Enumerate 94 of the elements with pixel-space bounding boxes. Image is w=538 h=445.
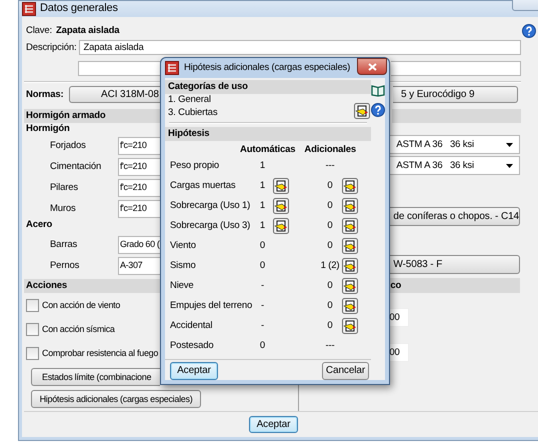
edit-button[interactable]	[273, 178, 289, 194]
dropdown-arrow-icon	[506, 142, 513, 146]
window-title: Datos generales	[40, 2, 118, 16]
count-value: 1 (2)	[320, 260, 340, 272]
group-title: Acero	[25, 219, 52, 232]
text-field[interactable]: Grado 60 (	[118, 236, 161, 254]
edit-button[interactable]	[342, 198, 358, 214]
text-field[interactable]	[391, 61, 521, 76]
column-header: Adicionales	[304, 144, 356, 156]
field-value: Zapata aislada	[56, 25, 120, 37]
field-label: Barras	[49, 238, 78, 250]
section-header: Categorías de uso	[165, 80, 371, 94]
checkbox-label: Con acción de viento	[42, 300, 120, 310]
app-icon	[165, 61, 179, 75]
count-value: 0	[258, 240, 266, 252]
edit-button[interactable]	[273, 198, 289, 214]
row-label: Postesado	[170, 340, 215, 352]
field-label: Descripción:	[26, 42, 76, 54]
text-field[interactable]	[78, 61, 161, 76]
section-header: Acciones	[24, 279, 162, 293]
section-header: Hormigón armado	[24, 109, 162, 123]
field-label: Muros	[49, 202, 77, 214]
field-label: Pernos	[49, 260, 80, 272]
count-value: -	[260, 300, 265, 312]
edit-button[interactable]	[342, 318, 358, 334]
field-label: Clave:	[26, 25, 52, 37]
book-icon[interactable]	[371, 83, 385, 97]
count-value: 0	[258, 260, 266, 272]
checkbox-label: Con acción sísmica	[42, 324, 115, 334]
field-label: Forjados	[49, 140, 87, 152]
action-button[interactable]: Hipótesis adicionales (cargas especiales)	[31, 390, 201, 408]
help-icon[interactable]	[522, 24, 536, 38]
edit-button[interactable]	[342, 278, 358, 294]
count-value: -	[260, 280, 265, 292]
row-label: Nieve	[170, 280, 195, 292]
count-value: ---	[324, 340, 336, 352]
row-label: Cargas muertas	[170, 180, 236, 192]
row-label: Sobrecarga (Uso 3)	[170, 220, 252, 232]
count-value: 0	[326, 300, 334, 312]
dialog-title: Hipótesis adicionales (cargas especiales)	[184, 62, 350, 74]
count-value: 0	[326, 180, 334, 192]
close-button[interactable]	[357, 58, 387, 75]
field-label: Pilares	[49, 182, 79, 194]
category-item: 3. Cubiertas	[168, 107, 218, 119]
count-value: 0	[326, 200, 334, 212]
field-label: Normas:	[26, 88, 64, 100]
field-label: Cimentación	[49, 160, 102, 172]
row-label: Sobrecarga (Uso 1)	[170, 200, 252, 212]
row-label: Accidental	[170, 320, 214, 332]
text-field[interactable]: Zapata aislada	[79, 40, 521, 55]
accept-button[interactable]: Aceptar	[170, 362, 218, 380]
row-label: Empujes del terreno	[170, 300, 254, 312]
section-header: Hipótesis	[165, 127, 371, 141]
text-field[interactable]: f'c=210	[118, 136, 161, 154]
count-value: 1	[258, 200, 266, 212]
row-label: Viento	[170, 240, 197, 252]
count-value: 1	[258, 220, 266, 232]
edit-button[interactable]	[342, 218, 358, 234]
text-field[interactable]: f'c=210	[118, 178, 161, 196]
text-field[interactable]: f'c=210	[118, 200, 161, 218]
count-value: 1	[258, 180, 266, 192]
checkbox[interactable]	[26, 346, 39, 360]
checkbox[interactable]	[26, 298, 39, 312]
accept-button[interactable]: Aceptar	[249, 416, 298, 433]
checkbox[interactable]	[26, 322, 39, 336]
dropdown-arrow-icon	[506, 164, 513, 168]
count-value: 0	[258, 340, 266, 352]
text-field[interactable]: A-307	[118, 256, 161, 274]
edit-button[interactable]	[342, 258, 358, 274]
count-value: 0	[326, 320, 334, 332]
edit-button[interactable]	[354, 103, 370, 119]
count-value: -	[260, 320, 265, 332]
count-value: ---	[324, 160, 336, 172]
count-value: 0	[326, 220, 334, 232]
category-item: 1. General	[168, 94, 211, 106]
close-icon	[368, 62, 376, 70]
row-label: Peso propio	[170, 160, 220, 172]
text-field[interactable]: f'c=210	[118, 158, 161, 176]
count-value: 1	[258, 160, 266, 172]
count-value: 0	[326, 240, 334, 252]
edit-button[interactable]	[273, 218, 289, 234]
checkbox-label: Comprobar resistencia al fuego	[42, 348, 158, 358]
standards-button[interactable]: 5 y Eurocódigo 9	[393, 86, 518, 103]
column-header: Automáticas	[240, 144, 296, 156]
standards-button[interactable]: ACI 318M-08	[69, 86, 163, 103]
edit-button[interactable]	[342, 178, 358, 194]
group-title: Hormigón	[25, 123, 70, 135]
edit-button[interactable]	[342, 298, 358, 314]
edit-button[interactable]	[342, 238, 358, 254]
action-button[interactable]: Estados límite (combinacione	[31, 368, 160, 386]
row-label: Sismo	[170, 260, 197, 272]
cancel-button[interactable]: Cancelar	[322, 362, 369, 380]
count-value: 0	[326, 280, 334, 292]
help-icon[interactable]	[371, 103, 385, 117]
